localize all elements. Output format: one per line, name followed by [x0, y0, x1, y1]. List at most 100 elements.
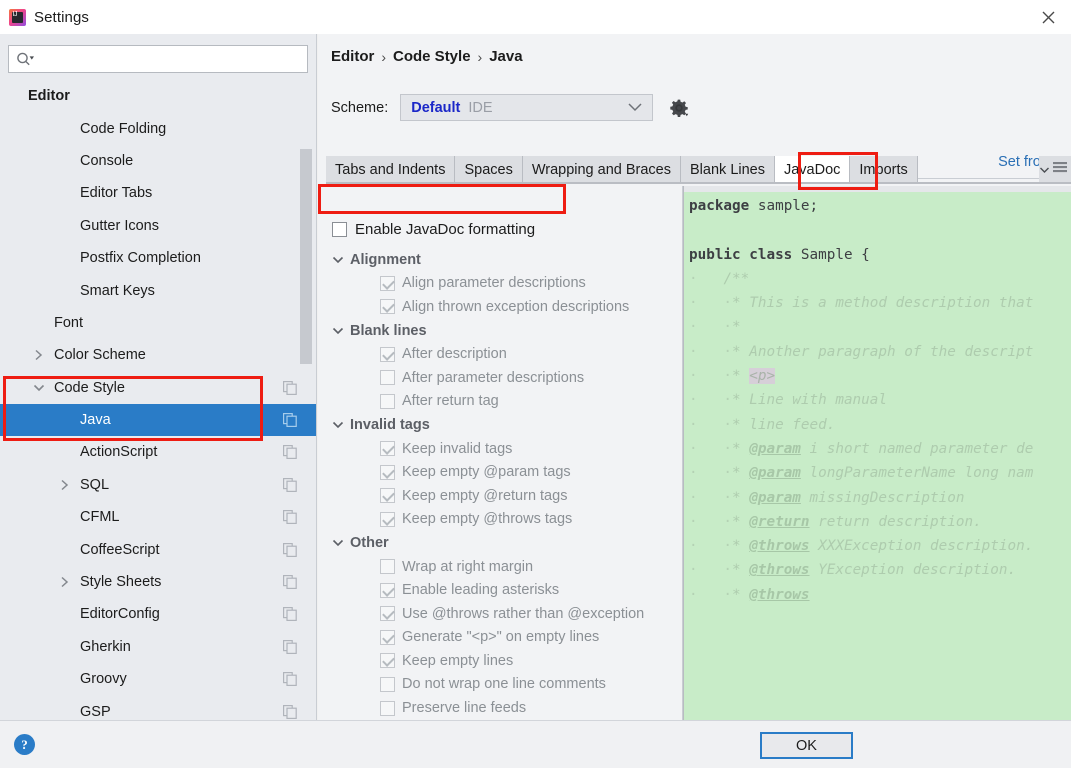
option-checkbox[interactable]	[380, 441, 395, 457]
option-generate-p-on-empty-lines[interactable]: Generate "<p>" on empty lines	[326, 626, 682, 650]
duplicate-icon[interactable]	[283, 445, 297, 460]
tab-list[interactable]: Tabs and Indents Spaces Wrapping and Brace…	[326, 156, 918, 183]
list-icon[interactable]	[1052, 160, 1068, 180]
sidebar-item-console[interactable]: Console	[0, 145, 316, 177]
sidebar-item-postfix-completion[interactable]: Postfix Completion	[0, 242, 316, 274]
sidebar-item-style-sheets[interactable]: Style Sheets	[0, 566, 316, 598]
duplicate-scheme-icon[interactable]	[283, 672, 297, 687]
option-do-not-wrap-one-line-comments[interactable]: Do not wrap one line comments	[326, 673, 682, 697]
option-keep-empty-param-tags[interactable]: Keep empty @param tags	[326, 460, 682, 484]
duplicate-scheme-icon[interactable]	[283, 704, 297, 719]
option-after-return-tag[interactable]: After return tag	[326, 390, 682, 414]
chevron-right-icon[interactable]	[58, 478, 72, 492]
sidebar-scrollbar-thumb[interactable]	[300, 149, 312, 364]
chevron-down-icon[interactable]	[329, 420, 347, 430]
tab-blank-lines[interactable]: Blank Lines	[681, 156, 775, 183]
duplicate-icon[interactable]	[283, 542, 297, 557]
search-field-wrapper[interactable]	[8, 45, 308, 73]
sidebar-item-editor-tabs[interactable]: Editor Tabs	[0, 177, 316, 209]
chevron-right-icon[interactable]	[32, 348, 46, 362]
chevron-down-icon[interactable]	[32, 381, 46, 395]
duplicate-scheme-icon[interactable]	[283, 477, 297, 492]
option-after-parameter-descriptions[interactable]: After parameter descriptions	[326, 366, 682, 390]
duplicate-icon[interactable]	[283, 380, 297, 395]
code-style-tab-strip[interactable]: Tabs and Indents Spaces Wrapping and Brace…	[326, 156, 1071, 183]
option-after-description[interactable]: After description	[326, 342, 682, 366]
code-preview-panel[interactable]: package sample; public class Sample {· /…	[683, 186, 1071, 720]
duplicate-icon[interactable]	[283, 607, 297, 622]
close-icon[interactable]	[1025, 0, 1071, 34]
breadcrumb-item-editor[interactable]: Editor	[331, 48, 374, 65]
tab-spaces[interactable]: Spaces	[455, 156, 523, 183]
sidebar-item-gsp[interactable]: GSP	[0, 695, 316, 720]
option-checkbox[interactable]	[380, 464, 395, 480]
sidebar-item-sql[interactable]: SQL	[0, 469, 316, 501]
settings-sidebar[interactable]: Editor Code Folding Console Editor Tabs Gutt…	[0, 34, 317, 720]
breadcrumb-item-code-style[interactable]: Code Style	[393, 48, 471, 65]
tab-javadoc[interactable]: JavaDoc	[774, 156, 851, 183]
option-checkbox[interactable]	[380, 346, 395, 362]
option-align-thrown-exception-descriptions[interactable]: Align thrown exception descriptions	[326, 295, 682, 319]
sidebar-item-cfml[interactable]: CFML	[0, 501, 316, 533]
option-checkbox[interactable]	[380, 275, 395, 291]
option-checkbox[interactable]	[380, 629, 395, 645]
chevron-down-icon[interactable]	[1039, 161, 1050, 179]
option-checkbox[interactable]	[380, 488, 395, 504]
duplicate-icon[interactable]	[283, 477, 297, 492]
duplicate-icon[interactable]	[283, 413, 297, 428]
option-keep-empty-return-tags[interactable]: Keep empty @return tags	[326, 484, 682, 508]
sidebar-item-coffeescript[interactable]: CoffeeScript	[0, 533, 316, 565]
tab-strip-controls[interactable]	[1039, 156, 1071, 183]
option-enable-leading-asterisks[interactable]: Enable leading asterisks	[326, 578, 682, 602]
duplicate-icon[interactable]	[283, 672, 297, 687]
option-checkbox[interactable]	[380, 393, 395, 409]
sidebar-item-gherkin[interactable]: Gherkin	[0, 631, 316, 663]
duplicate-scheme-icon[interactable]	[283, 380, 297, 395]
duplicate-icon[interactable]	[283, 704, 297, 719]
option-use-throws-rather-than-exception[interactable]: Use @throws rather than @exception	[326, 602, 682, 626]
duplicate-icon[interactable]	[283, 510, 297, 525]
option-checkbox[interactable]	[380, 653, 395, 669]
option-group-other[interactable]: Other	[326, 531, 682, 555]
sidebar-item-editorconfig[interactable]: EditorConfig	[0, 598, 316, 630]
duplicate-scheme-icon[interactable]	[283, 413, 297, 428]
duplicate-scheme-icon[interactable]	[283, 445, 297, 460]
sidebar-item-java[interactable]: Java	[0, 403, 316, 437]
chevron-down-icon[interactable]	[329, 326, 347, 336]
duplicate-scheme-icon[interactable]	[283, 575, 297, 590]
tab-imports[interactable]: Imports	[850, 156, 918, 183]
sidebar-item-actionscript[interactable]: ActionScript	[0, 436, 316, 468]
javadoc-options-tree[interactable]: Alignment Align parameter descriptions Ali…	[326, 248, 682, 720]
duplicate-scheme-icon[interactable]	[283, 510, 297, 525]
sidebar-item-smart-keys[interactable]: Smart Keys	[0, 274, 316, 306]
option-keep-empty-lines[interactable]: Keep empty lines	[326, 649, 682, 673]
sidebar-item-groovy[interactable]: Groovy	[0, 663, 316, 695]
option-checkbox[interactable]	[380, 299, 395, 315]
duplicate-scheme-icon[interactable]	[283, 639, 297, 654]
tab-tabs-and-indents[interactable]: Tabs and Indents	[326, 156, 456, 183]
option-checkbox[interactable]	[380, 582, 395, 598]
chevron-down-icon[interactable]	[329, 255, 347, 265]
tab-wrapping-and-braces[interactable]: Wrapping and Braces	[522, 156, 682, 183]
duplicate-scheme-icon[interactable]	[283, 607, 297, 622]
chevron-right-icon[interactable]	[58, 575, 72, 589]
help-icon[interactable]: ?	[14, 734, 35, 755]
sidebar-item-editor[interactable]: Editor	[0, 80, 316, 112]
ok-button[interactable]: OK	[760, 732, 853, 759]
option-checkbox[interactable]	[380, 370, 395, 386]
option-checkbox[interactable]	[380, 700, 395, 716]
option-align-parameter-descriptions[interactable]: Align parameter descriptions	[326, 272, 682, 296]
option-keep-invalid-tags[interactable]: Keep invalid tags	[326, 437, 682, 461]
breadcrumb-item-java[interactable]: Java	[489, 48, 522, 65]
option-group-blank-lines[interactable]: Blank lines	[326, 319, 682, 343]
enable-javadoc-formatting-checkbox[interactable]	[332, 222, 347, 237]
option-keep-empty-throws-tags[interactable]: Keep empty @throws tags	[326, 508, 682, 532]
sidebar-item-code-folding[interactable]: Code Folding	[0, 112, 316, 144]
option-preserve-line-feeds[interactable]: Preserve line feeds	[326, 696, 682, 720]
option-checkbox[interactable]	[380, 511, 395, 527]
sidebar-item-gutter-icons[interactable]: Gutter Icons	[0, 210, 316, 242]
option-group-alignment[interactable]: Alignment	[326, 248, 682, 272]
duplicate-scheme-icon[interactable]	[283, 542, 297, 557]
duplicate-icon[interactable]	[283, 639, 297, 654]
sidebar-item-font[interactable]: Font	[0, 307, 316, 339]
